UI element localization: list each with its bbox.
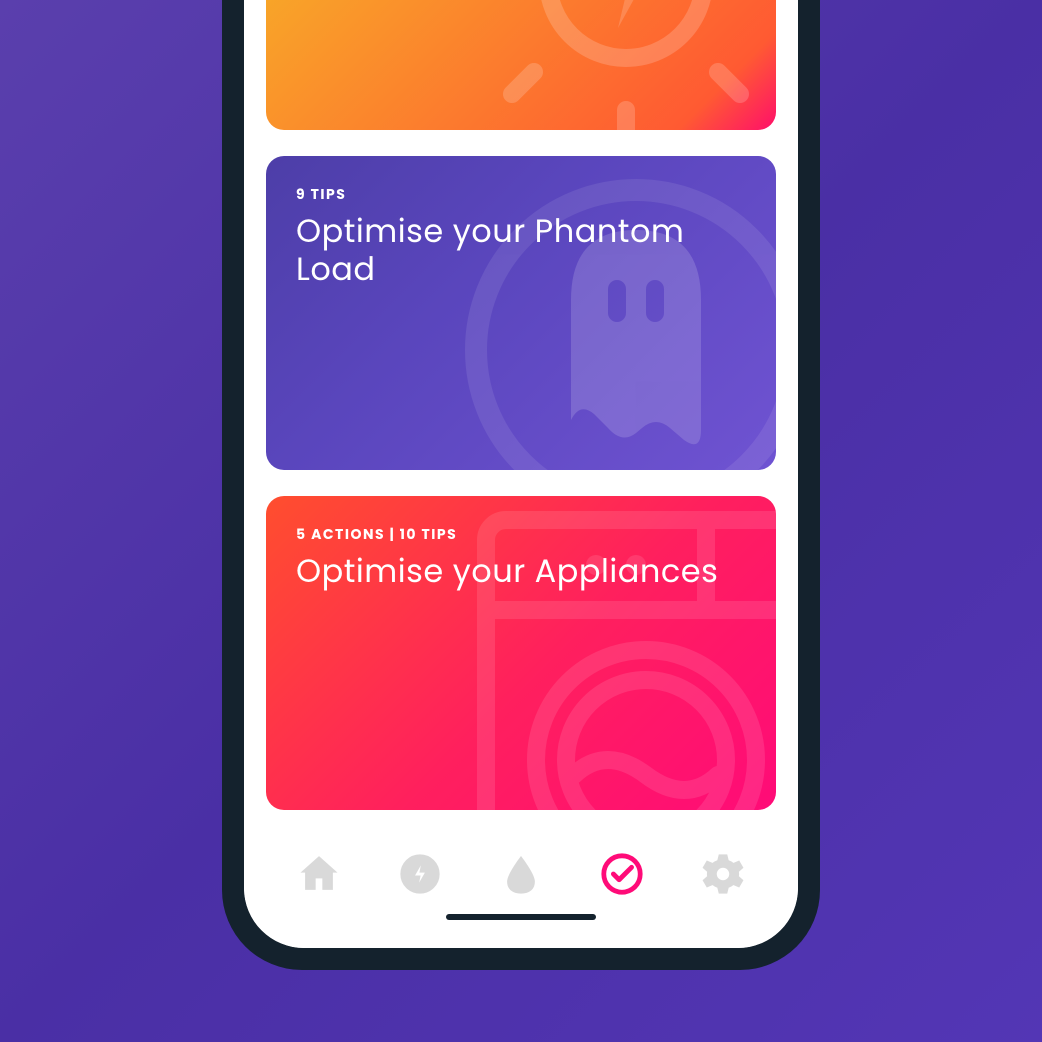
phone-frame: 9 TIPS Optimise your Phantom Load 5 ACTI… [222,0,820,970]
tips-scroll-area[interactable]: 9 TIPS Optimise your Phantom Load 5 ACTI… [244,0,798,836]
tip-card-phantom-load[interactable]: 9 TIPS Optimise your Phantom Load [266,156,776,470]
nav-home[interactable]: home [293,848,345,900]
tip-card-appliances[interactable]: 5 ACTIONS | 10 TIPS Optimise your Applia… [266,496,776,810]
card-meta: 5 ACTIONS | 10 TIPS [296,524,746,545]
phone-screen: 9 TIPS Optimise your Phantom Load 5 ACTI… [244,0,798,948]
card-meta: 9 TIPS [296,184,746,205]
nav-energy[interactable]: energy [394,848,446,900]
nav-settings[interactable]: settings [697,848,749,900]
card-title: Optimise your Phantom Load [296,213,746,290]
card-title: Optimise your Appliances [296,553,746,591]
nav-tips[interactable]: tips [596,848,648,900]
home-indicator[interactable] [446,914,596,920]
tip-card-solar[interactable] [266,0,776,130]
nav-water[interactable]: water [495,848,547,900]
washer-icon [456,500,776,810]
bottom-nav: home energy water [244,836,798,948]
sun-bolt-icon [456,0,776,130]
